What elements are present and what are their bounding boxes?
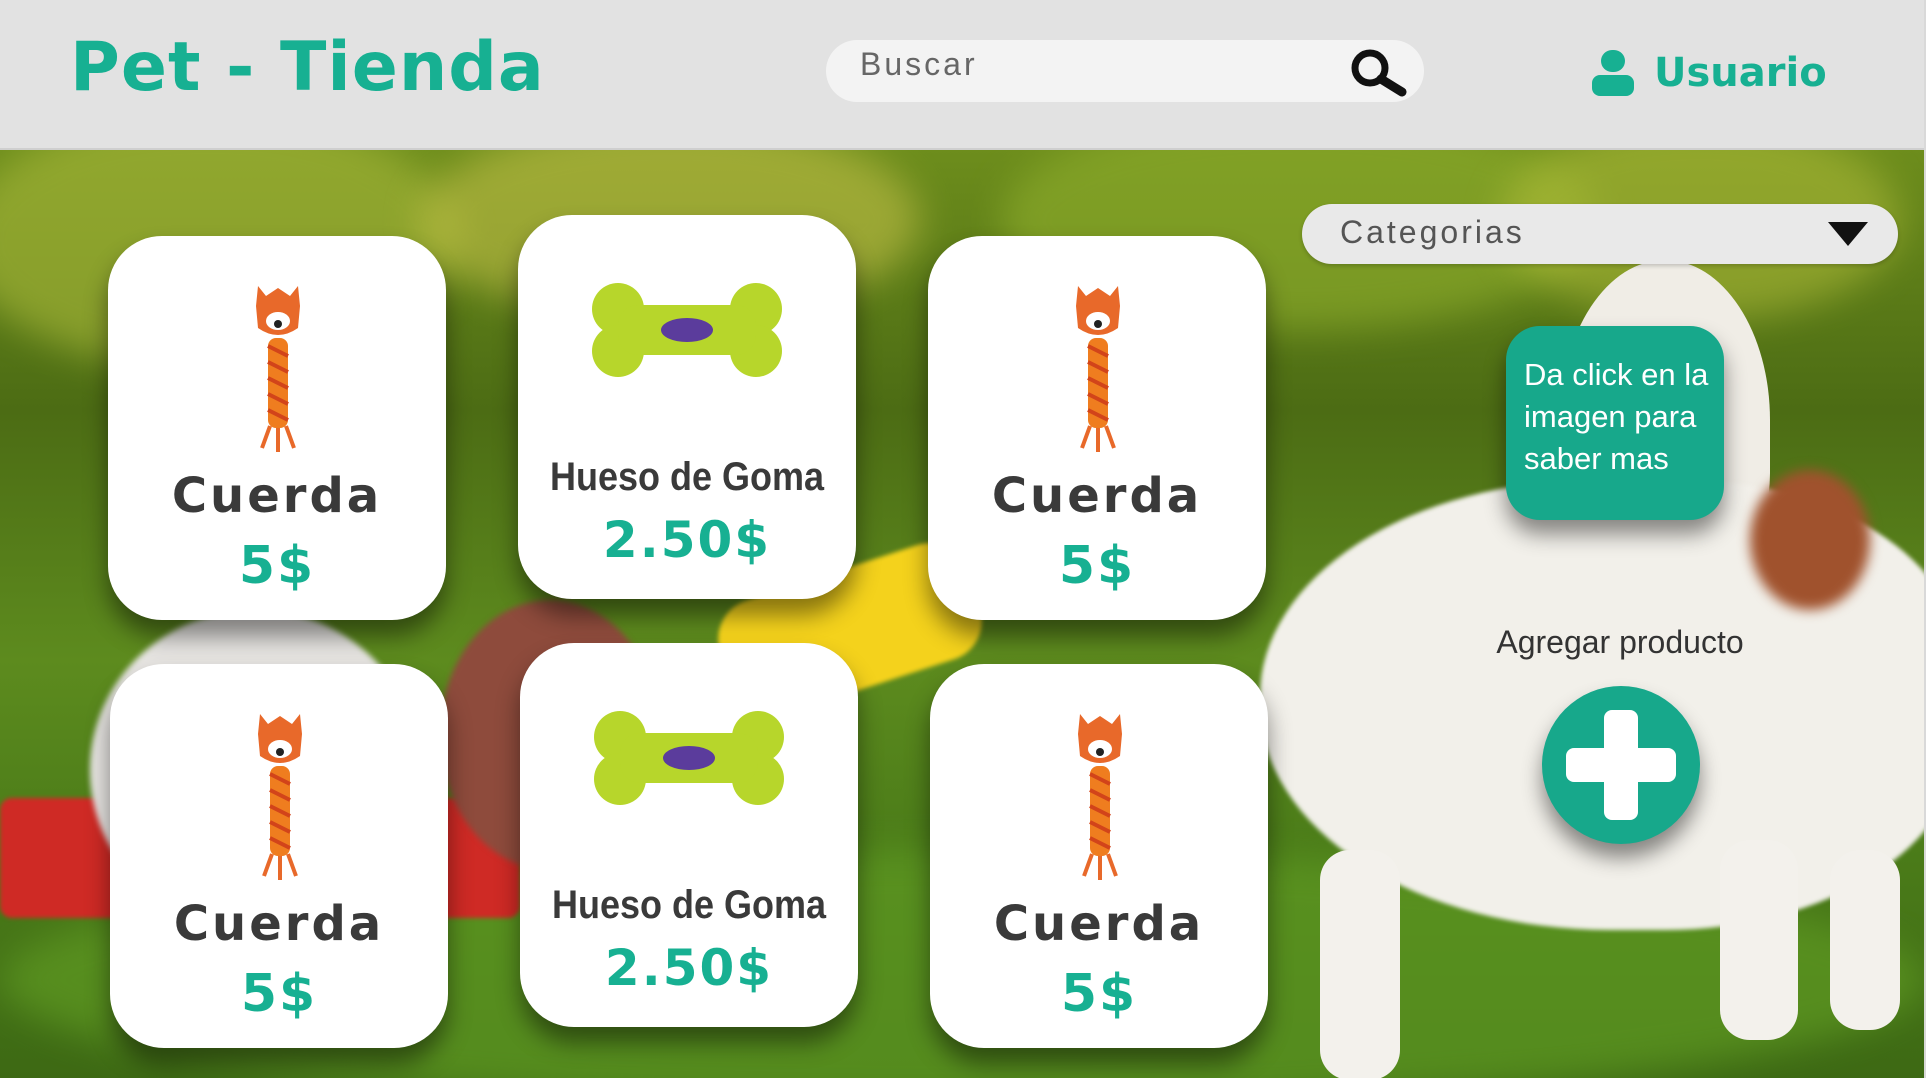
rope-toy-icon[interactable] (930, 694, 1268, 884)
product-card[interactable]: Cuerda 5$ (928, 236, 1266, 620)
product-name: Cuerda (991, 468, 1203, 524)
categories-dropdown[interactable]: Categorias (1302, 204, 1898, 264)
product-name: Hueso de Goma (549, 455, 825, 499)
user-menu[interactable]: Usuario (1590, 50, 1827, 96)
user-label: Usuario (1654, 50, 1827, 96)
search-input[interactable]: Buscar (860, 46, 978, 83)
product-price: 5$ (1058, 536, 1136, 596)
product-price: 2.50$ (602, 511, 772, 569)
rope-toy-icon[interactable] (928, 266, 1266, 456)
product-price: 2.50$ (604, 939, 774, 997)
product-card[interactable]: Hueso de Goma 2.50$ (518, 215, 856, 599)
product-card[interactable]: Cuerda 5$ (108, 236, 446, 620)
add-product-label: Agregar producto (1496, 624, 1744, 660)
rope-toy-icon[interactable] (110, 694, 448, 884)
product-card[interactable]: Cuerda 5$ (110, 664, 448, 1048)
plus-icon (1566, 710, 1676, 820)
user-icon (1592, 50, 1634, 96)
search-icon[interactable] (1342, 46, 1412, 98)
rope-toy-icon[interactable] (108, 266, 446, 456)
add-product-button[interactable] (1542, 686, 1700, 844)
chevron-down-icon[interactable] (1828, 222, 1868, 248)
product-name: Cuerda (173, 896, 385, 952)
product-name: Cuerda (171, 468, 383, 524)
categories-label: Categorias (1340, 214, 1525, 250)
product-price: 5$ (1060, 964, 1138, 1024)
brand-logo-text[interactable]: Pet - Tienda (70, 28, 545, 107)
rubber-bone-icon[interactable] (518, 245, 856, 435)
product-card[interactable]: Cuerda 5$ (930, 664, 1268, 1048)
product-price: 5$ (240, 964, 318, 1024)
search-bar[interactable]: Buscar (826, 40, 1424, 102)
top-header: Pet - Tienda Buscar Usuario (0, 0, 1924, 150)
app-frame: Pet - Tienda Buscar Usuario Cuerda 5$ Hu… (0, 0, 1926, 1078)
product-name: Cuerda (993, 896, 1205, 952)
hint-text: Da click en la imagen para saber mas (1524, 357, 1709, 476)
product-price: 5$ (238, 536, 316, 596)
product-name: Hueso de Goma (551, 883, 827, 927)
rubber-bone-icon[interactable] (520, 673, 858, 863)
product-card[interactable]: Hueso de Goma 2.50$ (520, 643, 858, 1027)
hint-bubble: Da click en la imagen para saber mas (1506, 326, 1724, 520)
